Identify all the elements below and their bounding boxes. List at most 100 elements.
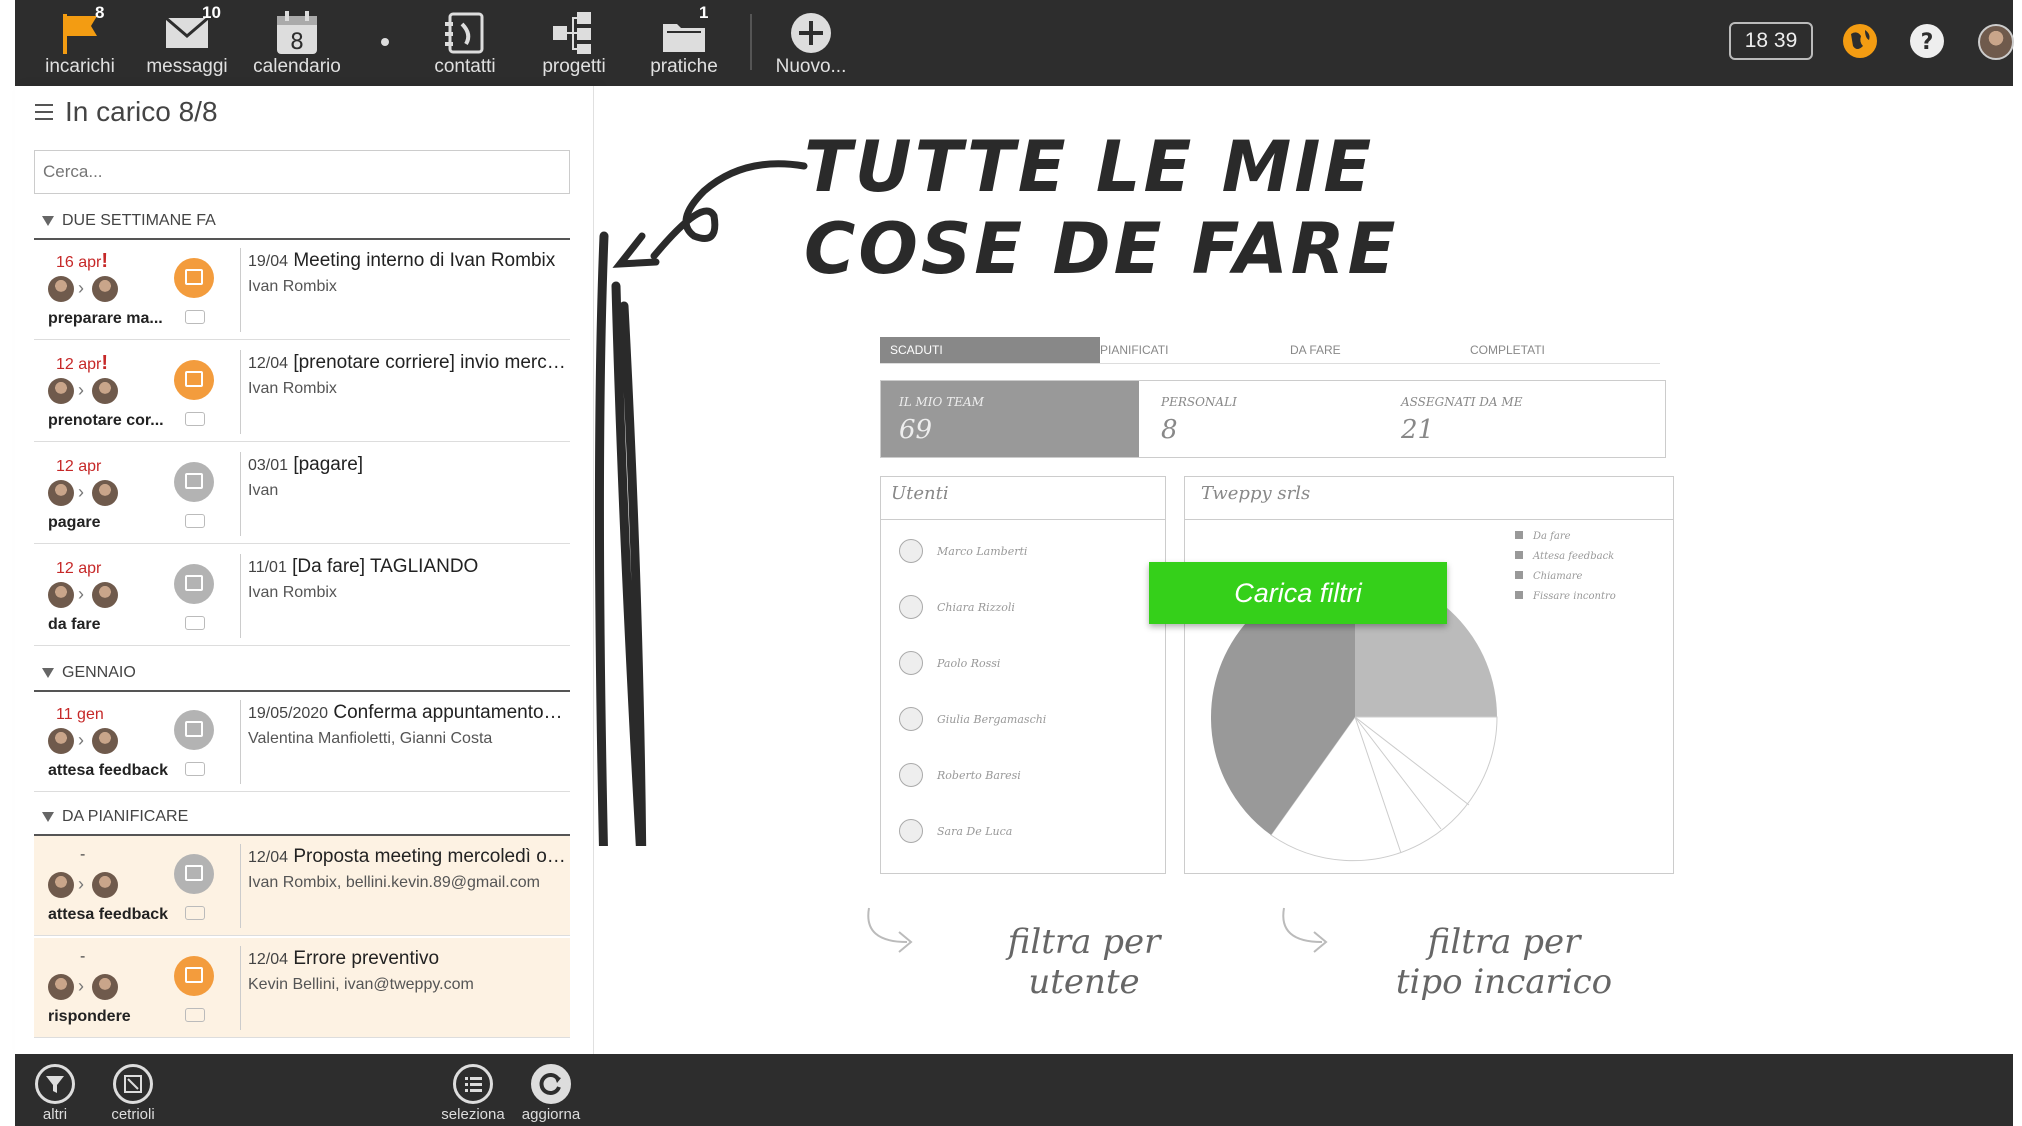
help-icon[interactable]: ? [1910,24,1944,58]
pratiche-badge: 1 [699,3,709,22]
avatar [92,974,118,1000]
avatar [48,378,74,404]
task-row[interactable]: 12 apr › pagare 03/01 [pagare] Ivan [34,444,570,544]
caption-filtra-tipo: filtra per tipo incarico [1395,922,1613,1002]
chevron-right-icon: › [78,584,84,604]
avatar-icon [899,651,923,675]
avatar-icon [899,819,923,843]
comment-icon[interactable] [185,412,205,426]
bottom-cetrioli-button[interactable]: cetrioli [93,1054,173,1126]
sketch-stats: IL MIO TEAM 69 PERSONALI 8 ASSEGNATI DA … [880,380,1666,458]
avatar-icon [899,595,923,619]
bottom-altri-button[interactable]: altri [15,1054,95,1126]
contatti-label: contatti [434,56,496,77]
bottom-seleziona-button[interactable]: seleziona [433,1054,513,1126]
avatar [92,378,118,404]
toolbar-incarichi[interactable]: 8 incarichi [25,0,135,86]
calendar-icon: 8 [277,11,317,55]
stat-team: IL MIO TEAM 69 [881,381,1139,457]
comment-icon[interactable] [185,1008,205,1022]
comment-icon[interactable] [185,906,205,920]
toolbar-progetti[interactable]: progetti [519,0,629,86]
clock[interactable]: 18 39 [1729,22,1813,60]
sketch-user-item: Roberto Baresi [899,763,1021,787]
meeting-type-icon [174,258,214,298]
sketch-legend: Da fare Attesa feedback Chiamare Fissare… [1515,527,1616,607]
sketch-tab-scaduti: SCADUTI [880,337,1100,363]
task-row[interactable]: - › rispondere 12/04 Errore preventivo K… [34,938,570,1038]
task-row[interactable]: 16 apr! › preparare ma... 19/04 Meeting … [34,240,570,340]
headline: TUTTE LE MIE COSE DE FARE [804,126,1399,290]
toolbar-dot [381,38,389,46]
toolbar-calendario[interactable]: 8 calendario [242,0,352,86]
calendario-label: calendario [253,56,341,77]
avatar [92,728,118,754]
sketch-arrow-right [1282,907,1328,953]
comment-icon[interactable] [185,762,205,776]
toolbar-contatti[interactable]: contatti [410,0,520,86]
group-header-da-pianificare[interactable]: DA PIANIFICARE [34,808,570,836]
sketch-tab-da-fare: DA FARE [1290,343,1341,357]
bottom-aggiorna-button[interactable]: aggiorna [511,1054,591,1126]
avatar [48,728,74,754]
chevron-right-icon: › [78,874,84,894]
menu-icon[interactable] [35,104,53,125]
incarichi-label: incarichi [45,56,115,77]
contacts-icon [445,12,484,54]
search-input[interactable] [34,150,570,194]
messaggi-label: messaggi [146,56,228,77]
mail-type-icon [174,956,214,996]
task-row[interactable]: 11 gen › attesa feedback 19/05/2020 Conf… [34,692,570,792]
incarichi-badge: 8 [95,3,105,22]
carica-filtri-button[interactable]: Carica filtri [1149,562,1447,624]
progetti-label: progetti [542,56,606,77]
refresh-icon [531,1064,571,1104]
chevron-right-icon: › [78,278,84,298]
avatar [48,974,74,1000]
sketch-arrow-left [867,907,913,953]
mail-type-icon [174,854,214,894]
task-row[interactable]: 12 apr › da fare 11/01 [Da fare] TAGLIAN… [34,546,570,646]
filter-icon [35,1064,75,1104]
sketch-user-item: Paolo Rossi [899,651,1000,675]
chevron-right-icon: › [78,730,84,750]
cetrioli-icon [113,1064,153,1104]
toolbar-pratiche[interactable]: 1 pratiche [629,0,739,86]
avatar-icon [899,707,923,731]
comment-icon[interactable] [185,310,205,324]
task-type-icon [174,360,214,400]
plus-icon [791,13,831,53]
mail-type-icon [174,710,214,750]
task-row[interactable]: 12 apr! › prenotare cor... 12/04 [prenot… [34,342,570,442]
globe-icon[interactable] [1843,24,1877,58]
svg-text:?: ? [1921,30,1934,55]
toolbar-messaggi[interactable]: 10 messaggi [132,0,242,86]
group-header-due-settimane[interactable]: DUE SETTIMANE FA [34,212,570,240]
avatar [48,872,74,898]
nuovo-label: Nuovo... [775,56,847,77]
sketch-user-item: Giulia Bergamaschi [899,707,1046,731]
caption-filtra-utente: filtra per utente [1007,922,1161,1002]
avatar-icon [899,539,923,563]
sketch-tab-completati: COMPLETATI [1470,343,1545,357]
toolbar-nuovo[interactable]: Nuovo... [756,0,866,86]
sketch-user-item: Marco Lamberti [899,539,1027,563]
chevron-right-icon: › [78,482,84,502]
user-avatar[interactable] [1978,24,2014,60]
avatar [48,276,74,302]
comment-icon[interactable] [185,514,205,528]
svg-text:8: 8 [290,30,304,55]
sketch-company-panel: Tweppy srls Da fare Attesa feedback Chia… [1184,476,1674,874]
sketch-tab-pianificati: PIANIFICATI [1100,343,1169,357]
task-row[interactable]: - › attesa feedback 12/04 Proposta meeti… [34,836,570,936]
pratiche-label: pratiche [650,56,718,77]
filter-icon [42,811,54,822]
toolbar-separator [750,14,752,70]
top-toolbar: 8 incarichi 10 messaggi 8 calendario con… [15,0,2014,86]
filter-icon [42,667,54,678]
avatar [92,276,118,302]
group-header-gennaio[interactable]: GENNAIO [34,664,570,692]
avatar [92,872,118,898]
comment-icon[interactable] [185,616,205,630]
sketch-tabs: SCADUTI PIANIFICATI DA FARE COMPLETATI [880,337,1660,364]
